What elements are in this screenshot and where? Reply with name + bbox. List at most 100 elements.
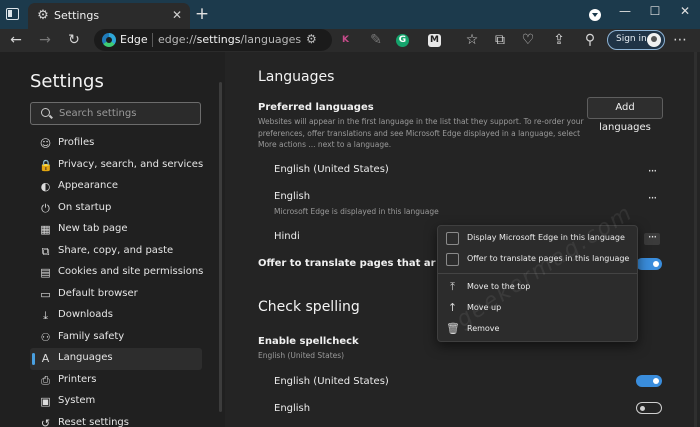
sidebar-item-label: Profiles bbox=[58, 137, 95, 148]
preferred-languages-description: Websites will appear in the first langua… bbox=[258, 117, 584, 149]
sidebar-item-label: On startup bbox=[58, 201, 112, 213]
language-row-english: English bbox=[274, 191, 311, 202]
power-icon: ⏻ bbox=[41, 201, 50, 215]
sidebar-item-on-startup[interactable]: ⏻ On startup bbox=[30, 198, 202, 220]
menu-item-move-to-top[interactable]: ⤒ Move to the top bbox=[438, 277, 637, 298]
extensions-icon[interactable]: ⚲ bbox=[580, 29, 600, 52]
language-display-note: Microsoft Edge is displayed in this lang… bbox=[274, 207, 439, 216]
address-bar[interactable]: Edge edge://settings/languages ⚙ bbox=[94, 29, 332, 51]
sidebar-item-label: Printers bbox=[58, 373, 97, 385]
sidebar-item-system[interactable]: ▣ System bbox=[30, 391, 202, 413]
collections-icon[interactable]: ⧉ bbox=[490, 29, 510, 52]
check-spelling-heading: Check spelling bbox=[258, 299, 360, 315]
share-icon[interactable]: ⇪ bbox=[549, 29, 569, 52]
sidebar-item-label: Appearance bbox=[58, 180, 119, 191]
menu-item-label: Display Microsoft Edge in this language bbox=[467, 233, 625, 242]
sidebar-item-new-tab-page[interactable]: ▦ New tab page bbox=[30, 219, 202, 241]
menu-item-label: Move to the top bbox=[467, 282, 531, 291]
more-actions-english-us-icon[interactable]: ··· bbox=[644, 165, 660, 179]
settings-nav: ☺ Profiles 🔒 Privacy, search, and servic… bbox=[30, 133, 204, 427]
sidebar-item-default-browser[interactable]: ▭ Default browser bbox=[30, 284, 202, 306]
sign-in-button[interactable]: Sign in bbox=[607, 30, 665, 50]
sidebar-scrollbar[interactable] bbox=[219, 82, 222, 412]
extension-icon[interactable]: ✎ bbox=[366, 29, 386, 52]
m-extension-icon[interactable]: M bbox=[428, 34, 441, 47]
menu-item-remove[interactable]: 🗑 Remove bbox=[438, 319, 637, 340]
sidebar-title: Settings bbox=[30, 71, 104, 92]
tab-settings[interactable]: ⚙ Settings ✕ bbox=[28, 3, 190, 29]
maximize-button[interactable]: ☐ bbox=[640, 0, 670, 22]
search-input[interactable] bbox=[59, 106, 197, 121]
browser-essentials-icon[interactable]: ♡ bbox=[518, 29, 538, 52]
browser-toolbar: ← → ↻ Edge edge://settings/languages ⚙ K… bbox=[0, 29, 700, 52]
sidebar-item-downloads[interactable]: ⤓ Downloads bbox=[30, 305, 202, 327]
preferred-languages-title: Preferred languages bbox=[258, 102, 374, 113]
sidebar-item-share-copy-paste[interactable]: ⧉ Share, copy, and paste bbox=[30, 241, 202, 263]
checkbox-icon[interactable] bbox=[446, 232, 459, 245]
share-icon: ⧉ bbox=[41, 244, 50, 258]
languages-icon: A bbox=[41, 352, 50, 365]
system-icon: ▣ bbox=[40, 395, 51, 408]
search-icon bbox=[41, 108, 50, 117]
sidebar-item-profiles[interactable]: ☺ Profiles bbox=[30, 133, 202, 155]
sidebar-item-label: Default browser bbox=[58, 287, 138, 299]
menu-divider bbox=[438, 273, 637, 274]
grammarly-icon[interactable]: G bbox=[396, 34, 409, 47]
offer-translate-toggle[interactable] bbox=[636, 258, 662, 270]
sidebar-item-reset-settings[interactable]: ↺ Reset settings bbox=[30, 413, 202, 427]
move-top-icon: ⤒ bbox=[450, 280, 455, 293]
sidebar-item-appearance[interactable]: ◐ Appearance bbox=[30, 176, 202, 198]
k-extension-icon[interactable]: K bbox=[339, 34, 352, 47]
search-box[interactable] bbox=[30, 102, 201, 125]
more-actions-hindi-icon[interactable]: ··· bbox=[644, 231, 660, 245]
address-brand: Edge bbox=[120, 33, 148, 46]
url-scheme: edge:// bbox=[158, 33, 197, 46]
sidebar-item-languages[interactable]: A Languages bbox=[30, 348, 202, 370]
lock-icon: 🔒 bbox=[39, 158, 53, 172]
sidebar-item-label: Downloads bbox=[58, 309, 113, 320]
spellcheck-row-english: English bbox=[274, 403, 311, 414]
sidebar-item-label: Cookies and site permissions bbox=[58, 266, 204, 277]
sidebar-item-privacy[interactable]: 🔒 Privacy, search, and services bbox=[30, 155, 204, 177]
sidebar-item-label: Languages bbox=[58, 352, 113, 363]
content-scrollbar[interactable] bbox=[694, 52, 697, 427]
avatar-icon bbox=[647, 33, 661, 47]
sidebar-item-label: Share, copy, and paste bbox=[58, 244, 174, 256]
refresh-button[interactable]: ↻ bbox=[64, 29, 84, 52]
new-tab-button[interactable]: + bbox=[194, 5, 210, 23]
language-row-english-us: English (United States) bbox=[274, 164, 389, 175]
settings-sidebar: Settings ☺ Profiles 🔒 Privacy, search, a… bbox=[0, 52, 225, 427]
close-window-button[interactable]: ✕ bbox=[670, 0, 700, 22]
favorites-icon[interactable]: ☆ bbox=[462, 29, 482, 52]
menu-item-display-in-language[interactable]: Display Microsoft Edge in this language bbox=[438, 228, 637, 249]
gear-icon: ⚙ bbox=[37, 8, 49, 23]
url-host: settings bbox=[196, 33, 241, 46]
add-languages-button[interactable]: Add languages bbox=[587, 97, 663, 133]
checkbox-icon[interactable] bbox=[446, 253, 459, 266]
spellcheck-row-english-us: English (United States) bbox=[274, 376, 389, 387]
spellcheck-english-toggle[interactable] bbox=[636, 402, 662, 414]
forward-button[interactable]: → bbox=[35, 29, 55, 52]
menu-item-label: Offer to translate pages in this languag… bbox=[467, 254, 630, 263]
spellcheck-english-us-toggle[interactable] bbox=[636, 375, 662, 387]
minimize-button[interactable]: — bbox=[610, 0, 640, 22]
tab-actions-icon[interactable] bbox=[6, 8, 19, 20]
back-button[interactable]: ← bbox=[6, 29, 26, 52]
menu-item-offer-translate[interactable]: Offer to translate pages in this languag… bbox=[438, 249, 637, 270]
address-url[interactable]: edge://settings/languages bbox=[158, 33, 301, 46]
sidebar-item-label: System bbox=[58, 395, 96, 406]
more-menu-icon[interactable]: ⋯ bbox=[670, 29, 690, 52]
title-bar: ⚙ Settings ✕ + — ☐ ✕ bbox=[0, 0, 700, 29]
menu-item-move-up[interactable]: ↑ Move up bbox=[438, 298, 637, 319]
language-row-hindi: Hindi bbox=[274, 231, 300, 242]
sidebar-item-family-safety[interactable]: ⚇ Family safety bbox=[30, 327, 202, 349]
read-aloud-icon[interactable]: ⚙ bbox=[306, 32, 317, 46]
sidebar-item-cookies[interactable]: ▤ Cookies and site permissions bbox=[30, 262, 204, 284]
sidebar-item-printers[interactable]: ⎙ Printers bbox=[30, 370, 202, 392]
tab-close-icon[interactable]: ✕ bbox=[170, 8, 184, 22]
sidebar-item-label: Reset settings bbox=[58, 416, 129, 427]
sidebar-item-label: Privacy, search, and services bbox=[58, 158, 204, 170]
download-indicator-icon[interactable] bbox=[589, 9, 601, 21]
more-actions-english-icon[interactable]: ··· bbox=[644, 192, 660, 206]
menu-item-label: Remove bbox=[467, 324, 500, 333]
